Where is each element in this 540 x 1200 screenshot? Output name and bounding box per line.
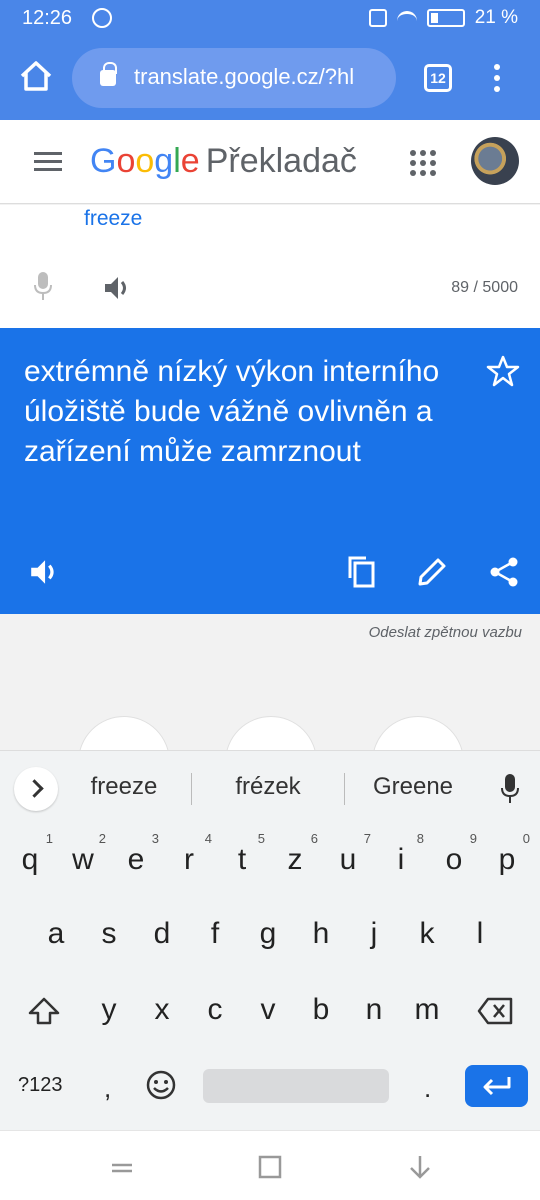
period-key[interactable]: . [424, 1073, 431, 1104]
translation-card: extrémně nízký výkon interního úložiště … [0, 328, 540, 614]
status-bar: 12:26 21 % [0, 0, 540, 36]
recents-icon[interactable] [108, 1153, 136, 1181]
key-b[interactable]: b [294, 993, 348, 1027]
key-t[interactable]: t5 [215, 831, 269, 877]
key-f[interactable]: f [188, 917, 242, 951]
star-icon[interactable] [486, 354, 520, 388]
google-translate-logo: Google Překladač [90, 142, 357, 180]
shift-icon[interactable] [26, 995, 62, 1027]
key-o[interactable]: o9 [427, 831, 481, 877]
key-d[interactable]: d [135, 917, 189, 951]
speaker-icon[interactable] [102, 273, 132, 303]
key-w[interactable]: w2 [56, 831, 110, 877]
quick-actions-row [0, 690, 540, 750]
key-h[interactable]: h [294, 917, 348, 951]
avatar[interactable] [471, 137, 519, 185]
key-x[interactable]: x [135, 993, 189, 1027]
key-q[interactable]: q1 [3, 831, 57, 877]
key-r[interactable]: r4 [162, 831, 216, 877]
wifi-icon [396, 11, 417, 25]
browser-toolbar: translate.google.cz/?hl 12 [0, 36, 540, 120]
enter-arrow-icon [483, 1077, 511, 1096]
status-time: 12:26 [22, 7, 73, 29]
whatsapp-icon [92, 8, 112, 28]
starred-button[interactable] [225, 716, 317, 750]
key-y[interactable]: y [82, 993, 136, 1027]
character-count: 89 / 5000 [451, 279, 518, 296]
product-name: Překladač [205, 142, 357, 180]
copy-icon[interactable] [344, 554, 376, 588]
key-g[interactable]: g [241, 917, 295, 951]
offline-button[interactable] [372, 716, 464, 750]
lock-icon [100, 62, 117, 86]
tab-switcher-button[interactable]: 12 [424, 64, 452, 92]
key-p[interactable]: p0 [480, 831, 534, 877]
keyboard-suggestion-row: freeze frézek Greene [0, 751, 540, 825]
battery-percent: 21 % [474, 7, 518, 28]
keyboard-suggestion[interactable]: Greene [343, 773, 483, 801]
apps-grid-icon[interactable] [410, 150, 436, 176]
keyboard-suggestion[interactable]: frézek [198, 773, 338, 801]
translate-header: Google Překladač [0, 120, 540, 204]
browser-menu-icon[interactable] [494, 64, 500, 94]
microphone-icon[interactable] [500, 773, 520, 805]
key-n[interactable]: n [347, 993, 401, 1027]
key-j[interactable]: j [347, 917, 401, 951]
chevron-right-icon[interactable] [14, 767, 58, 811]
back-down-icon[interactable] [406, 1153, 434, 1181]
key-k[interactable]: k [400, 917, 454, 951]
key-z[interactable]: z6 [268, 831, 322, 877]
home-icon[interactable] [16, 56, 56, 96]
key-s[interactable]: s [82, 917, 136, 951]
key-a[interactable]: a [29, 917, 83, 951]
translation-text: extrémně nízký výkon interního úložiště … [24, 355, 440, 468]
key-c[interactable]: c [188, 993, 242, 1027]
source-input-area: freeze 89 / 5000 [0, 205, 540, 328]
home-icon[interactable] [256, 1153, 284, 1181]
key-e[interactable]: e3 [109, 831, 163, 877]
hamburger-menu-icon[interactable] [34, 152, 62, 172]
history-button[interactable] [78, 716, 170, 750]
share-icon[interactable] [488, 556, 520, 588]
comma-key[interactable]: , [104, 1073, 111, 1104]
battery-icon [426, 9, 465, 27]
address-bar[interactable]: translate.google.cz/?hl [72, 48, 396, 108]
emoji-icon[interactable] [145, 1069, 177, 1101]
vibrate-icon [368, 9, 387, 27]
enter-key[interactable] [465, 1065, 528, 1107]
key-m[interactable]: m [400, 993, 454, 1027]
on-screen-keyboard: freeze frézek Greene q1 w2 e3 r4 t5 z6 u… [0, 750, 540, 1130]
space-bar[interactable] [203, 1069, 389, 1103]
key-i[interactable]: i8 [374, 831, 428, 877]
system-navigation-bar [0, 1130, 540, 1200]
key-v[interactable]: v [241, 993, 295, 1027]
key-u[interactable]: u7 [321, 831, 375, 877]
symbols-key[interactable]: ?123 [18, 1074, 63, 1097]
microphone-icon[interactable] [34, 271, 52, 301]
edit-icon[interactable] [416, 556, 448, 588]
key-l[interactable]: l [453, 917, 507, 951]
keyboard-suggestion[interactable]: freeze [54, 773, 194, 801]
backspace-icon[interactable] [477, 997, 513, 1025]
url-text: translate.google.cz/?hl [134, 64, 355, 89]
speaker-icon[interactable] [28, 556, 60, 588]
spelling-suggestion-link[interactable]: freeze [84, 207, 142, 231]
feedback-link[interactable]: Odeslat zpětnou vazbu [369, 624, 522, 641]
